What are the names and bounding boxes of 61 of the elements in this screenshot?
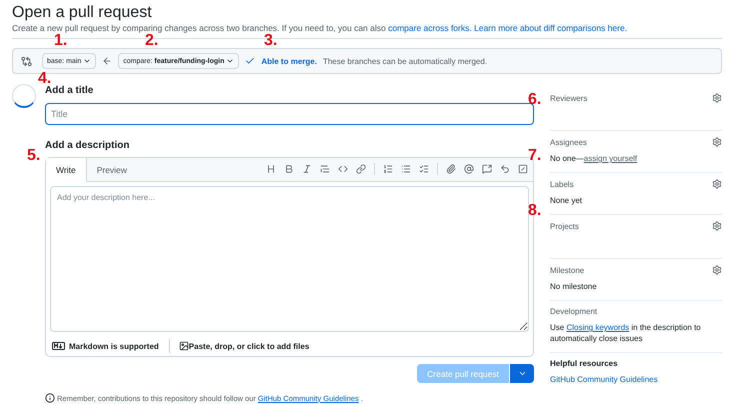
sidebar-heading: Labels: [550, 180, 574, 188]
sidebar-text: No one—assign yourself: [550, 153, 638, 164]
code-icon[interactable]: [338, 164, 348, 174]
markdown-note: Markdown is supported: [52, 342, 169, 350]
check-icon: [245, 56, 256, 66]
reply-icon[interactable]: [500, 164, 510, 174]
bullet-list-icon[interactable]: [401, 164, 411, 174]
description-input[interactable]: Add your description here...: [50, 186, 529, 332]
title-heading: Add a title: [45, 84, 94, 98]
sidebar-heading: Projects: [550, 222, 579, 230]
merge-status: Able to merge.: [261, 56, 317, 66]
caret-icon: [226, 57, 234, 65]
slash-command-icon[interactable]: [518, 164, 528, 174]
annotation-number: 8.: [528, 203, 542, 219]
settings-icon[interactable]: [712, 221, 722, 231]
merge-note: These branches can be automatically merged.: [322, 56, 488, 66]
task-list-icon[interactable]: [419, 164, 429, 174]
mention-icon[interactable]: [464, 164, 474, 174]
arrow-left-icon: [102, 56, 112, 66]
sidebar-text: No milestone: [550, 281, 598, 292]
heading-icon[interactable]: [266, 164, 276, 174]
markdown-icon: [52, 342, 65, 350]
title-input[interactable]: Title: [45, 103, 534, 125]
caret-icon: [518, 369, 526, 378]
quote-icon[interactable]: [320, 164, 330, 174]
annotation-number: 7.: [528, 148, 542, 164]
annotation-number: 5.: [27, 148, 40, 164]
cross-reference-icon[interactable]: [482, 164, 492, 174]
caret-icon: [83, 57, 92, 65]
create-options-button[interactable]: [510, 364, 534, 383]
editor-tab[interactable]: Write: [46, 158, 87, 182]
settings-icon[interactable]: [712, 137, 722, 147]
paperclip-icon[interactable]: [446, 164, 456, 174]
description-heading: Add a description: [45, 139, 130, 153]
italic-icon[interactable]: [302, 164, 312, 174]
sidebar-link[interactable]: GitHub Community Guidelines: [550, 375, 658, 384]
sidebar-link[interactable]: assign yourself: [584, 154, 638, 163]
editor-tab[interactable]: Preview: [86, 158, 138, 182]
intro-link[interactable]: compare across forks.: [388, 23, 472, 33]
attach-files-button[interactable]: Paste, drop, or click to add files: [188, 342, 320, 350]
settings-icon[interactable]: [712, 265, 722, 275]
sidebar-heading: Helpful resources: [550, 359, 618, 368]
bold-icon[interactable]: [284, 164, 294, 174]
info-icon: [45, 393, 55, 403]
sidebar-link[interactable]: Closing keywords: [566, 323, 630, 332]
sidebar-text: None yet: [550, 195, 584, 206]
sidebar-heading: Reviewers: [550, 94, 588, 102]
link-icon[interactable]: [356, 164, 366, 174]
sidebar-heading: Development: [550, 307, 598, 316]
avatar: [12, 84, 36, 108]
settings-icon[interactable]: [712, 179, 722, 189]
page-title: Open a pull request: [12, 3, 153, 23]
intro-link[interactable]: Learn more about diff comparisons here.: [474, 23, 628, 33]
settings-icon[interactable]: [712, 93, 722, 103]
sidebar-heading: Milestone: [550, 266, 584, 274]
sidebar-text: Use Closing keywords in the description to automatically close issues: [550, 322, 702, 344]
annotation-number: 4.: [38, 71, 52, 87]
sidebar-heading: Assignees: [550, 138, 587, 146]
numbered-list-icon[interactable]: [383, 164, 393, 174]
image-icon: [178, 341, 189, 351]
compare-icon: [21, 56, 32, 66]
